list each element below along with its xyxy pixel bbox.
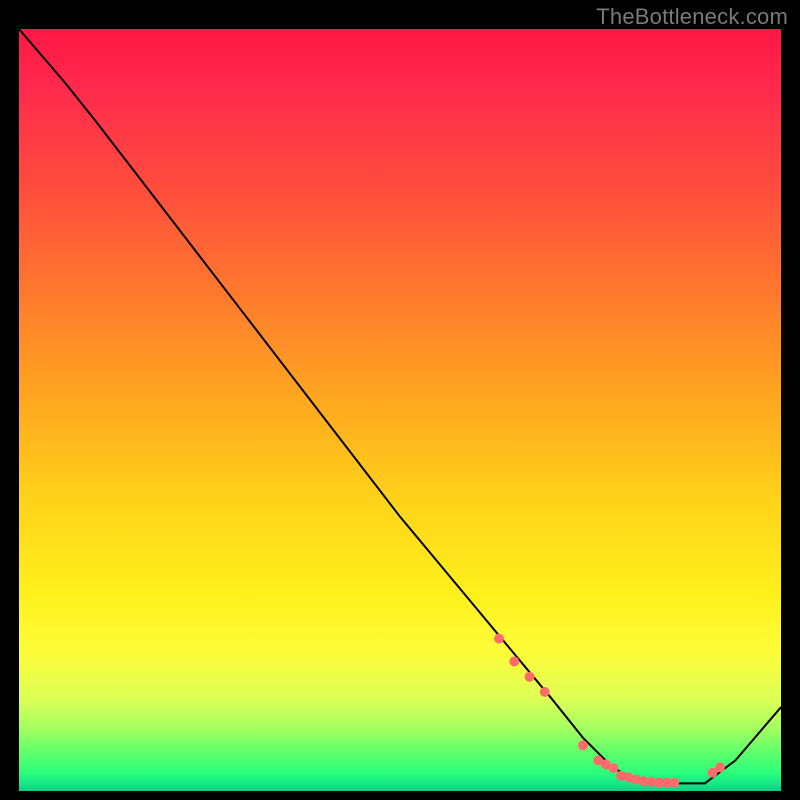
marker-dot — [540, 687, 550, 697]
marker-dot — [715, 762, 725, 772]
plot-area — [19, 29, 781, 791]
marker-dot — [608, 763, 618, 773]
marker-series — [494, 634, 725, 788]
marker-dot — [669, 778, 679, 788]
marker-dot — [578, 740, 588, 750]
marker-dot — [525, 672, 535, 682]
line-series — [19, 29, 781, 783]
curve-line — [19, 29, 781, 783]
curve-layer — [19, 29, 781, 791]
chart-container: TheBottleneck.com — [0, 0, 800, 800]
marker-dot — [509, 656, 519, 666]
marker-dot — [494, 634, 504, 644]
watermark-label: TheBottleneck.com — [596, 4, 788, 30]
